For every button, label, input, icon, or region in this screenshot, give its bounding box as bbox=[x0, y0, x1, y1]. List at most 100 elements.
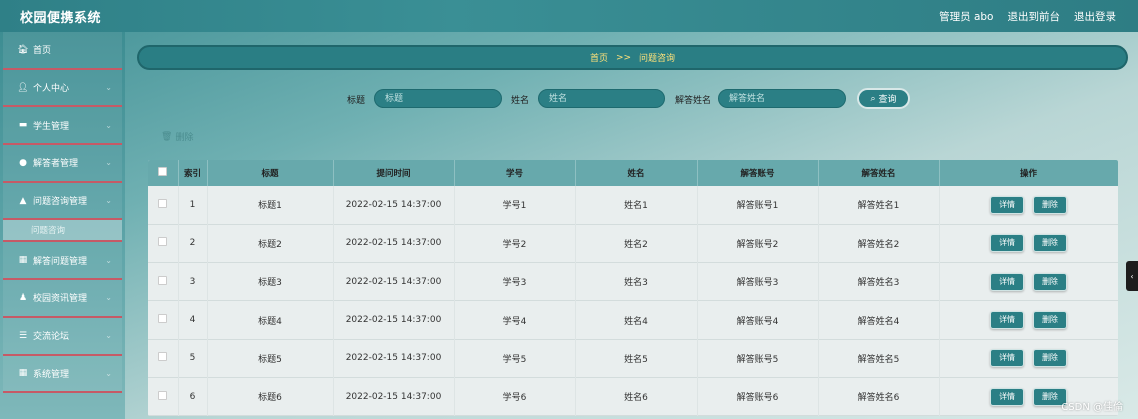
collapse-tab-icon[interactable]: ‹ bbox=[1126, 261, 1138, 291]
delete-button[interactable]: 删除 bbox=[1032, 234, 1067, 253]
top-right-links: 管理员 abo 退出到前台 退出登录 bbox=[939, 0, 1116, 32]
sidebar-item-system[interactable]: ▦ 系统管理 ⌄ bbox=[3, 355, 122, 394]
column-header: 提问时间 bbox=[333, 160, 455, 186]
row-checkbox[interactable] bbox=[158, 237, 168, 247]
title-search-input[interactable] bbox=[374, 89, 502, 108]
bank-icon: ▲ bbox=[19, 195, 27, 206]
breadcrumb-separator: >> bbox=[615, 52, 632, 63]
actions-cell: 详情 删除 bbox=[939, 262, 1118, 301]
sidebar-item-forum[interactable]: ☰ 交流论坛 ⌄ bbox=[3, 317, 122, 356]
chevron-down-icon: ⌄ bbox=[105, 331, 112, 341]
cell-time: 2022-02-15 14:37:00 bbox=[333, 262, 455, 301]
query-button-label: 查询 bbox=[878, 95, 897, 105]
cell-sid: 学号5 bbox=[454, 339, 576, 378]
cell-index: 4 bbox=[178, 300, 208, 340]
table-row: 4 标题4 2022-02-15 14:37:00 学号4 姓名4 解答账号4 解答姓名4 … bbox=[148, 300, 1118, 340]
cell-name: 姓名1 bbox=[575, 186, 698, 225]
column-header: 操作 bbox=[939, 160, 1118, 186]
cell-sid: 学号3 bbox=[454, 262, 576, 301]
cell-sid: 学号4 bbox=[454, 300, 576, 340]
sidebar-item-question-consult[interactable]: ▲ 问题咨询管理 ⌄ bbox=[3, 182, 122, 221]
cell-sid: 学号1 bbox=[454, 186, 576, 225]
cell-title: 标题4 bbox=[207, 300, 334, 340]
delete-button[interactable]: 删除 bbox=[1032, 195, 1067, 214]
row-checkbox[interactable] bbox=[158, 314, 168, 324]
cell-name: 姓名3 bbox=[575, 262, 698, 301]
cell-title: 标题3 bbox=[207, 262, 334, 301]
detail-button[interactable]: 详情 bbox=[990, 272, 1025, 291]
cell-time: 2022-02-15 14:37:00 bbox=[333, 300, 455, 340]
cell-aacc: 解答账号6 bbox=[697, 377, 819, 416]
person-icon: ♟ bbox=[18, 292, 28, 303]
sidebar-item-answerers[interactable]: ● 解答者管理 ⌄ bbox=[3, 145, 122, 183]
cell-title: 标题6 bbox=[207, 377, 334, 416]
table-row: 2 标题2 2022-02-15 14:37:00 学号2 姓名2 解答账号2 解答姓名2 … bbox=[148, 224, 1118, 263]
cell-aacc: 解答账号4 bbox=[697, 300, 819, 340]
sidebar-item-answer-questions[interactable]: ▦ 解答问题管理 ⌄ bbox=[3, 242, 122, 281]
admin-label: 管理员 abo bbox=[939, 10, 994, 23]
cell-aacc: 解答账号1 bbox=[697, 186, 819, 225]
detail-button[interactable]: 详情 bbox=[990, 195, 1025, 214]
batch-delete-label: 删除 bbox=[175, 133, 194, 143]
logout-link[interactable]: 退出登录 bbox=[1074, 9, 1116, 24]
sidebar-item-label: 解答问题管理 bbox=[33, 256, 88, 267]
detail-button[interactable]: 详情 bbox=[990, 234, 1025, 253]
sidebar-item-students[interactable]: ▬ 学生管理 ⌄ bbox=[3, 107, 122, 146]
detail-button[interactable]: 详情 bbox=[990, 311, 1025, 330]
cell-name: 姓名4 bbox=[575, 300, 698, 340]
exit-to-front-link[interactable]: 退出到前台 bbox=[1008, 9, 1061, 24]
table-row: 6 标题6 2022-02-15 14:37:00 学号6 姓名6 解答账号6 解答姓名6 … bbox=[148, 377, 1118, 416]
cell-name: 姓名2 bbox=[575, 224, 698, 263]
name-search-label: 姓名 bbox=[511, 96, 530, 106]
actions-cell: 详情 删除 bbox=[939, 224, 1118, 263]
sidebar-item-home[interactable]: 🏠︎ 首页 bbox=[3, 32, 122, 70]
batch-delete-button[interactable]: 🗑︎ 删除 bbox=[161, 130, 194, 144]
cell-aname: 解答姓名6 bbox=[818, 377, 940, 416]
column-header: 标题 bbox=[207, 160, 334, 186]
table-header-row: 索引 标题 提问时间 学号 姓名 解答账号 解答姓名 操作 bbox=[148, 160, 1118, 186]
sidebar-item-label: 学生管理 bbox=[33, 121, 70, 132]
sidebar-item-campus-news[interactable]: ♟ 校园资讯管理 ⌄ bbox=[3, 280, 122, 318]
watermark: CSDN @佳倫 bbox=[1061, 402, 1123, 413]
row-checkbox[interactable] bbox=[158, 275, 168, 285]
cell-aname: 解答姓名5 bbox=[818, 339, 940, 378]
cell-time: 2022-02-15 14:37:00 bbox=[333, 339, 455, 378]
chevron-down-icon: ⌄ bbox=[105, 158, 112, 168]
detail-button[interactable]: 详情 bbox=[990, 349, 1025, 368]
row-select-cell bbox=[148, 339, 179, 378]
cell-index: 1 bbox=[178, 186, 208, 225]
table-row: 5 标题5 2022-02-15 14:37:00 学号5 姓名5 解答账号5 解答姓名5 … bbox=[148, 339, 1118, 378]
cell-title: 标题1 bbox=[207, 186, 334, 225]
cell-aname: 解答姓名3 bbox=[818, 262, 940, 301]
chevron-down-icon: ⌄ bbox=[105, 196, 112, 206]
sidebar-item-label: 首页 bbox=[33, 46, 52, 57]
delete-button[interactable]: 删除 bbox=[1032, 311, 1067, 330]
chevron-down-icon: ⌄ bbox=[105, 120, 112, 130]
sliders-icon: ☰ bbox=[18, 330, 28, 341]
card-icon: ▬ bbox=[18, 120, 28, 131]
breadcrumb-current: 问题咨询 bbox=[639, 54, 676, 64]
cell-name: 姓名6 bbox=[575, 377, 698, 416]
submenu-item-question-consult[interactable]: 问题咨询 bbox=[3, 220, 122, 243]
grid-icon: ▦ bbox=[18, 368, 28, 379]
cell-index: 6 bbox=[178, 377, 208, 416]
cell-aacc: 解答账号5 bbox=[697, 339, 819, 378]
sidebar-item-label: 问题咨询管理 bbox=[33, 197, 88, 208]
detail-button[interactable]: 详情 bbox=[990, 387, 1025, 406]
title-search-label: 标题 bbox=[347, 96, 366, 106]
cell-time: 2022-02-15 14:37:00 bbox=[333, 186, 455, 225]
cell-aacc: 解答账号2 bbox=[697, 224, 819, 263]
breadcrumb-home[interactable]: 首页 bbox=[590, 51, 608, 64]
name-search-input[interactable] bbox=[538, 89, 665, 108]
row-checkbox[interactable] bbox=[158, 390, 168, 400]
row-checkbox[interactable] bbox=[158, 352, 168, 362]
column-header: 解答账号 bbox=[697, 160, 819, 186]
row-select-cell bbox=[148, 300, 179, 340]
delete-button[interactable]: 删除 bbox=[1032, 272, 1067, 291]
cell-aname: 解答姓名1 bbox=[818, 186, 940, 225]
answerer-name-search-input[interactable] bbox=[718, 89, 846, 108]
select-all-checkbox[interactable] bbox=[158, 167, 168, 176]
delete-button[interactable]: 删除 bbox=[1032, 349, 1067, 368]
row-checkbox[interactable] bbox=[158, 198, 168, 208]
query-button[interactable]: ⌕ 查询 bbox=[857, 88, 910, 109]
